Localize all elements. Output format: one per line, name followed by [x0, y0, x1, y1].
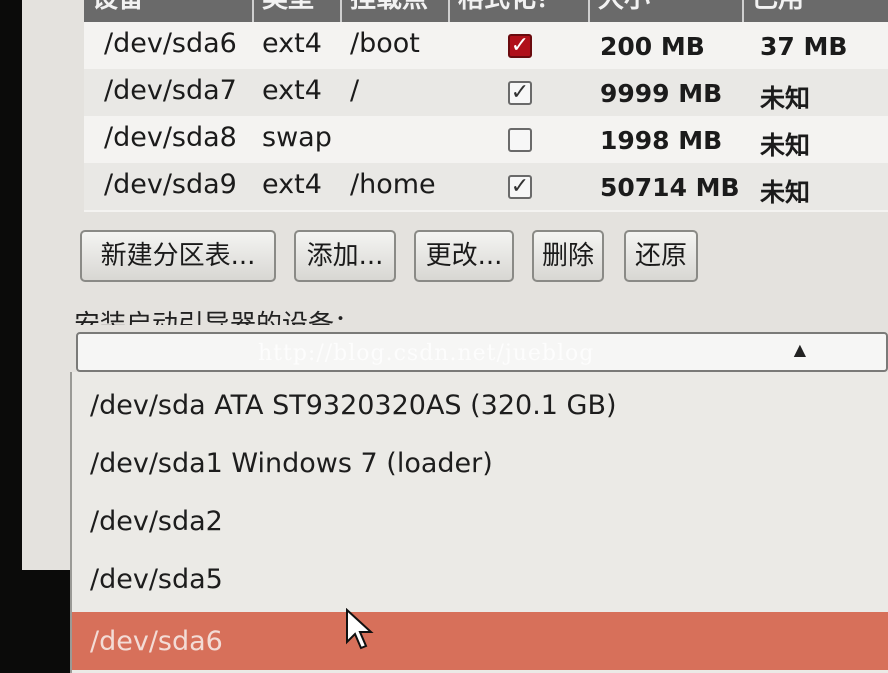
list-item-label: /dev/sda5	[90, 564, 223, 595]
size-cell: 1998 MB	[600, 126, 723, 155]
size-cell: 200 MB	[600, 32, 705, 61]
mount-cell: /	[350, 75, 360, 106]
type-cell: swap	[262, 122, 332, 153]
used-cell: 37 MB	[760, 32, 848, 61]
column-header-mount[interactable]: 挂载点	[342, 0, 450, 22]
dropdown-arrow-icon[interactable]: ▲	[794, 340, 806, 359]
partition-table: /dev/sda6 ext4 /boot ✓ 200 MB 37 MB /dev…	[84, 22, 888, 212]
bootloader-device-label: 安装启动引导器的设备：	[74, 310, 361, 325]
table-row[interactable]: /dev/sda6 ext4 /boot ✓ 200 MB 37 MB	[84, 22, 888, 69]
used-cell: 未知	[760, 131, 811, 160]
column-header-device[interactable]: 设备	[84, 0, 254, 22]
list-item-label: /dev/sda ATA ST9320320AS (320.1 GB)	[90, 390, 617, 421]
partition-table-header: 设备 类型 挂载点 格式化？ 大小 已用	[84, 0, 888, 22]
list-item[interactable]: /dev/sda2	[72, 492, 888, 550]
format-checkbox[interactable]: ✓	[508, 81, 532, 105]
used-cell: 未知	[760, 84, 811, 113]
type-cell: ext4	[262, 75, 322, 106]
used-cell: 未知	[760, 178, 811, 207]
mount-cell: /boot	[350, 28, 420, 59]
change-button[interactable]: 更改...	[414, 230, 514, 282]
device-cell: /dev/sda7	[104, 75, 237, 106]
table-row[interactable]: /dev/sda8 swap 1998 MB 未知	[84, 116, 888, 163]
table-row[interactable]: /dev/sda7 ext4 / ✓ 9999 MB 未知	[84, 69, 888, 116]
mount-cell: /home	[350, 169, 436, 200]
format-checkbox[interactable]	[508, 128, 532, 152]
bootloader-device-list: /dev/sda ATA ST9320320AS (320.1 GB) /dev…	[70, 372, 888, 673]
format-checkbox[interactable]: ✓	[508, 175, 532, 199]
type-cell: ext4	[262, 28, 322, 59]
add-button[interactable]: 添加...	[294, 230, 396, 282]
device-cell: /dev/sda9	[104, 169, 237, 200]
list-item-selected[interactable]: /dev/sda6	[72, 612, 888, 670]
list-item-label: /dev/sda2	[90, 506, 223, 537]
column-header-type[interactable]: 类型	[254, 0, 342, 22]
type-cell: ext4	[262, 169, 322, 200]
list-item-label: /dev/sda6	[90, 626, 223, 657]
column-header-size[interactable]: 大小	[590, 0, 744, 22]
revert-button[interactable]: 还原	[624, 230, 698, 282]
watermark: http://blog.csdn.net/jueblog	[258, 341, 595, 366]
list-item[interactable]: /dev/sda5	[72, 550, 888, 608]
device-cell: /dev/sda6	[104, 28, 237, 59]
list-item[interactable]: /dev/sda1 Windows 7 (loader)	[72, 434, 888, 492]
mouse-pointer-icon	[346, 608, 374, 650]
table-row[interactable]: /dev/sda9 ext4 /home ✓ 50714 MB 未知	[84, 163, 888, 210]
delete-button[interactable]: 删除	[532, 230, 604, 282]
device-cell: /dev/sda8	[104, 122, 237, 153]
column-header-format[interactable]: 格式化？	[450, 0, 590, 22]
format-checkbox[interactable]: ✓	[508, 34, 532, 58]
list-item-label: /dev/sda1 Windows 7 (loader)	[90, 448, 493, 479]
new-partition-table-button[interactable]: 新建分区表...	[80, 230, 276, 282]
column-header-used[interactable]: 已用	[744, 0, 888, 22]
list-item[interactable]: /dev/sda ATA ST9320320AS (320.1 GB)	[72, 376, 888, 434]
size-cell: 50714 MB	[600, 173, 740, 202]
size-cell: 9999 MB	[600, 79, 723, 108]
